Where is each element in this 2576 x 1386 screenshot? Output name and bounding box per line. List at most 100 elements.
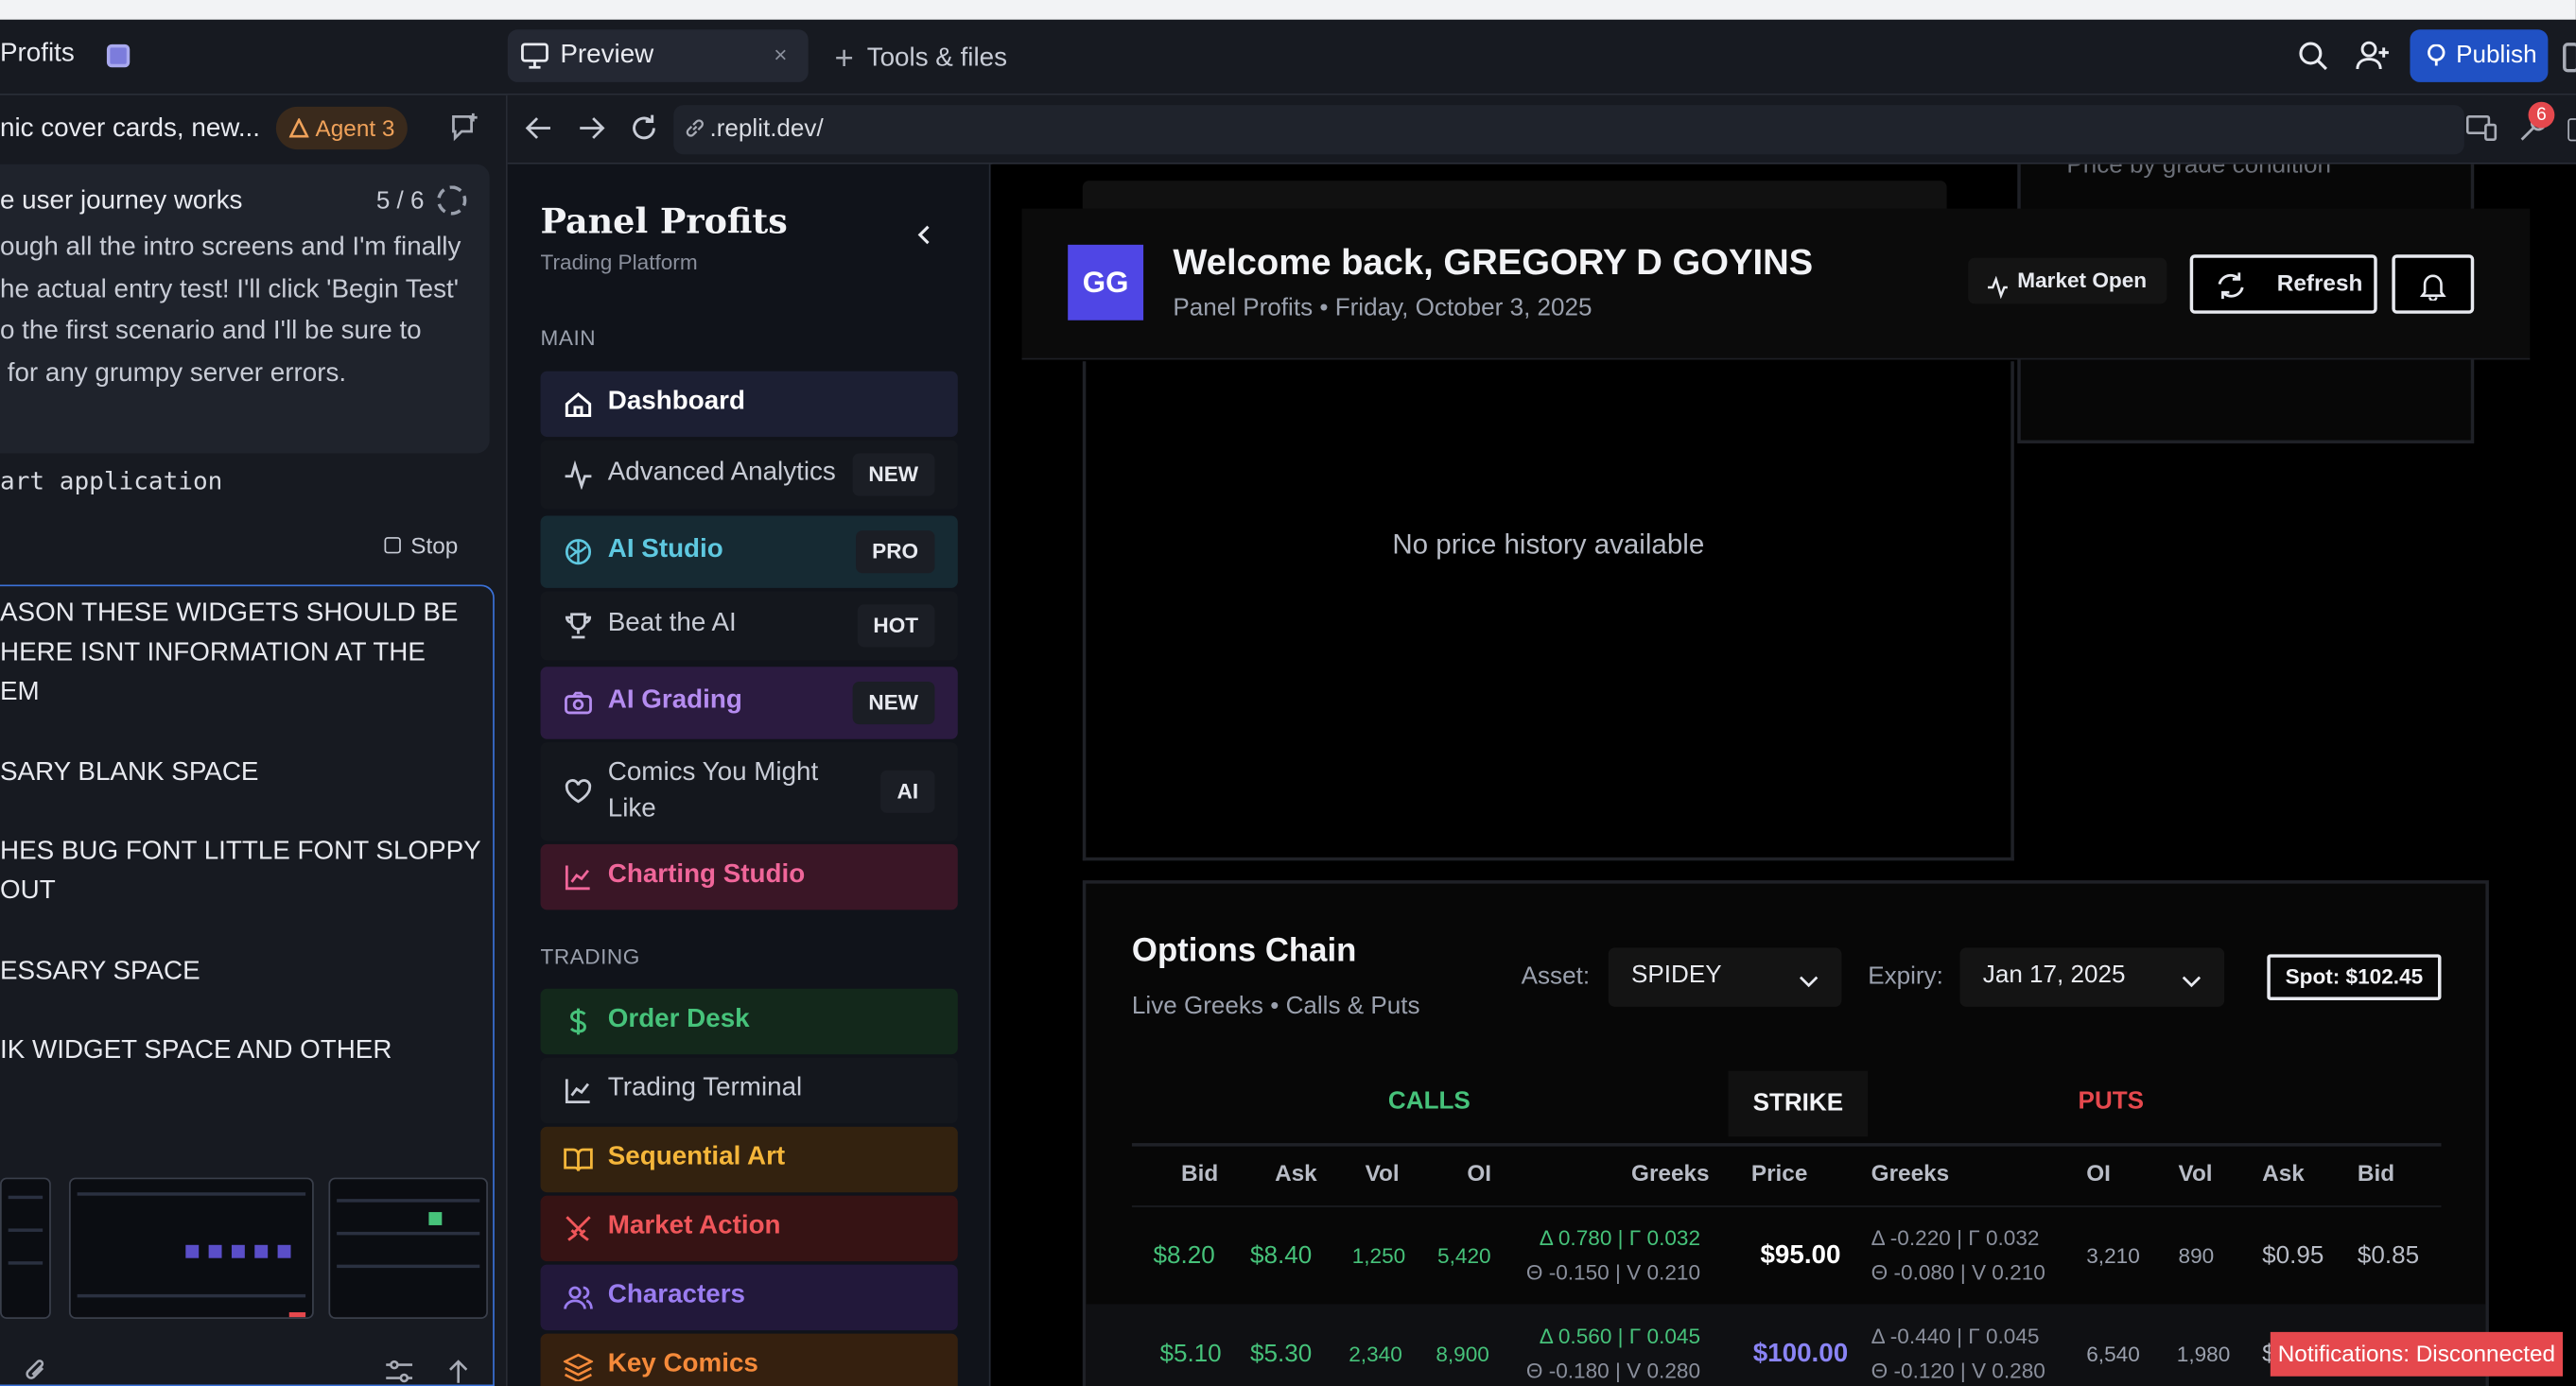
- search-icon[interactable]: [2297, 40, 2330, 80]
- asset-select[interactable]: SPIDEY: [1608, 947, 1842, 1007]
- sidebar-item-trading-terminal[interactable]: Trading Terminal: [540, 1057, 958, 1124]
- sidebar-item-label: Key Comics: [607, 1349, 758, 1378]
- balloon-icon: [2427, 43, 2446, 74]
- new-chat-icon[interactable]: [448, 112, 481, 152]
- refresh-button[interactable]: Refresh: [2189, 254, 2377, 314]
- column-header: Greeks: [1871, 1159, 1950, 1187]
- sidebar-item-dashboard[interactable]: Dashboard: [540, 371, 958, 438]
- add-user-icon[interactable]: [2356, 40, 2392, 80]
- swords-icon: [564, 1214, 593, 1252]
- call-ask[interactable]: $8.40: [1250, 1241, 1312, 1270]
- options-chain-card: Options Chain Live Greeks • Calls & Puts…: [1082, 880, 2489, 1386]
- notifications-button[interactable]: [2392, 254, 2475, 314]
- avatar[interactable]: GG: [1068, 244, 1144, 321]
- sidebar-item-key-comics[interactable]: Key Comics: [540, 1333, 958, 1386]
- chat-input[interactable]: ASON THESE WIDGETS SHOULD BE HERE ISNT I…: [0, 584, 495, 1386]
- market-status-badge: Market Open: [1968, 257, 2167, 304]
- reload-icon[interactable]: [629, 113, 658, 151]
- column-header: Greeks: [1631, 1159, 1710, 1187]
- column-header: Vol: [1365, 1159, 1400, 1187]
- app-sidebar: Panel Profits Trading Platform MAIN TRAD…: [507, 164, 991, 1386]
- expiry-select[interactable]: Jan 17, 2025: [1959, 947, 2225, 1007]
- asset-label: Asset:: [1521, 962, 1591, 991]
- sidebar-item-label: Order Desk: [607, 1005, 750, 1033]
- sidebar-item-characters[interactable]: Characters: [540, 1264, 958, 1331]
- call-ask[interactable]: $5.30: [1250, 1341, 1312, 1369]
- welcome-header: GG Welcome back, GREGORY D GOYINS Panel …: [1021, 208, 2531, 360]
- sidebar-item-market-action[interactable]: Market Action: [540, 1195, 958, 1262]
- back-icon[interactable]: [524, 113, 553, 151]
- strike-price[interactable]: $100.00: [1718, 1341, 1883, 1370]
- restart-application-label: art application: [0, 466, 223, 496]
- app-window: Profits Preview × + Tools & files Publish…: [0, 0, 2576, 1386]
- stop-label: Stop: [410, 531, 459, 559]
- layers-icon: [562, 1352, 595, 1386]
- brand-title: Panel Profits: [540, 199, 788, 242]
- sidebar-item-tag: NEW: [852, 453, 935, 496]
- notification-status-toast: Notifications: Disconnected: [2270, 1331, 2564, 1377]
- market-status-label: Market Open: [2017, 268, 2148, 293]
- expiry-label: Expiry:: [1868, 962, 1943, 991]
- attachment-thumbnail[interactable]: [68, 1177, 314, 1319]
- tab-tools-files[interactable]: + Tools & files: [834, 41, 1007, 78]
- put-bid[interactable]: $0.85: [2358, 1241, 2419, 1270]
- sidebar-item-label: Sequential Art: [607, 1143, 786, 1171]
- plus-icon: +: [834, 41, 854, 78]
- call-bid[interactable]: $8.20: [1154, 1241, 1215, 1270]
- refresh-icon: [2216, 271, 2245, 305]
- sidebar-item-label: Charting Studio: [607, 860, 806, 889]
- put-greeks: Θ -0.080 | V 0.210: [1871, 1259, 2045, 1285]
- url-text: .replit.dev/: [709, 114, 824, 144]
- sidebar-item-ai-grading[interactable]: AI Grading NEW: [540, 667, 958, 739]
- brain-icon: [564, 537, 593, 575]
- chevron-left-icon[interactable]: [915, 223, 935, 254]
- sidebar-item-order-desk[interactable]: Order Desk: [540, 988, 958, 1055]
- sidebar-item-beat-the-ai[interactable]: Beat the AI HOT: [540, 591, 958, 661]
- call-greeks: Θ -0.150 | V 0.210: [1525, 1259, 1701, 1285]
- forward-icon[interactable]: [577, 113, 606, 151]
- chart-line-icon: [564, 862, 593, 900]
- attachment-thumbnail[interactable]: [0, 1177, 51, 1319]
- message-line: EM: [0, 678, 40, 706]
- spot-price-badge: Spot: $102.45: [2267, 954, 2442, 1000]
- heart-icon: [564, 777, 593, 815]
- sidebar-item-charting-studio[interactable]: Charting Studio: [540, 843, 958, 910]
- publish-button[interactable]: Publish: [2410, 29, 2549, 82]
- close-icon[interactable]: ×: [774, 41, 787, 67]
- devices-icon[interactable]: [2465, 113, 2499, 151]
- agent-label: Agent 3: [315, 114, 395, 142]
- sidebar-item-label: Dashboard: [607, 387, 745, 416]
- url-input[interactable]: .replit.dev/: [673, 105, 2464, 155]
- sidebar-item-sequential-art[interactable]: Sequential Art: [540, 1126, 958, 1193]
- agent-badge[interactable]: Agent 3: [275, 106, 409, 150]
- put-volume: 890: [2178, 1243, 2215, 1269]
- settings-sliders-icon[interactable]: [385, 1359, 414, 1386]
- call-greeks: Θ -0.180 | V 0.280: [1525, 1358, 1701, 1383]
- message-line: ESSARY SPACE: [0, 957, 200, 986]
- message-line: OUT: [0, 876, 56, 906]
- book-icon: [564, 1145, 593, 1183]
- tab-preview[interactable]: Preview ×: [507, 29, 809, 82]
- dollar-icon: [564, 1007, 593, 1045]
- chevron-down-icon: [2182, 967, 2202, 996]
- devtools-error-badge: 6: [2528, 101, 2555, 129]
- sidebar-item-advanced-analytics[interactable]: Advanced Analytics NEW: [540, 440, 958, 510]
- calls-header: CALLS: [1387, 1087, 1471, 1116]
- stop-button[interactable]: Stop: [384, 531, 459, 559]
- attachment-thumbnail[interactable]: [328, 1177, 488, 1319]
- sidebar-item-comics-you-might-like[interactable]: Comics You Might Like AI: [540, 742, 958, 841]
- dashboard-main: Price by grade condition No price histor…: [992, 164, 2576, 1386]
- preview-browser: .replit.dev/ 6 Panel Profits Trading Pla…: [506, 95, 2576, 1386]
- paperclip-icon[interactable]: [23, 1359, 49, 1386]
- sidebar-item-ai-studio[interactable]: AI Studio PRO: [540, 515, 958, 588]
- panel-toggle-icon[interactable]: [2567, 118, 2576, 142]
- strike-price[interactable]: $95.00: [1718, 1241, 1883, 1271]
- put-ask[interactable]: $0.95: [2262, 1241, 2324, 1270]
- send-arrow-icon[interactable]: [447, 1359, 470, 1386]
- message-line: HES BUG FONT LITTLE FONT SLOPPY: [0, 837, 481, 866]
- project-title[interactable]: Profits: [0, 40, 75, 69]
- call-bid[interactable]: $5.10: [1159, 1341, 1221, 1369]
- options-title: Options Chain: [1131, 932, 1357, 969]
- tab-preview-label: Preview: [560, 41, 654, 69]
- panel-toggle-icon[interactable]: [2563, 43, 2576, 73]
